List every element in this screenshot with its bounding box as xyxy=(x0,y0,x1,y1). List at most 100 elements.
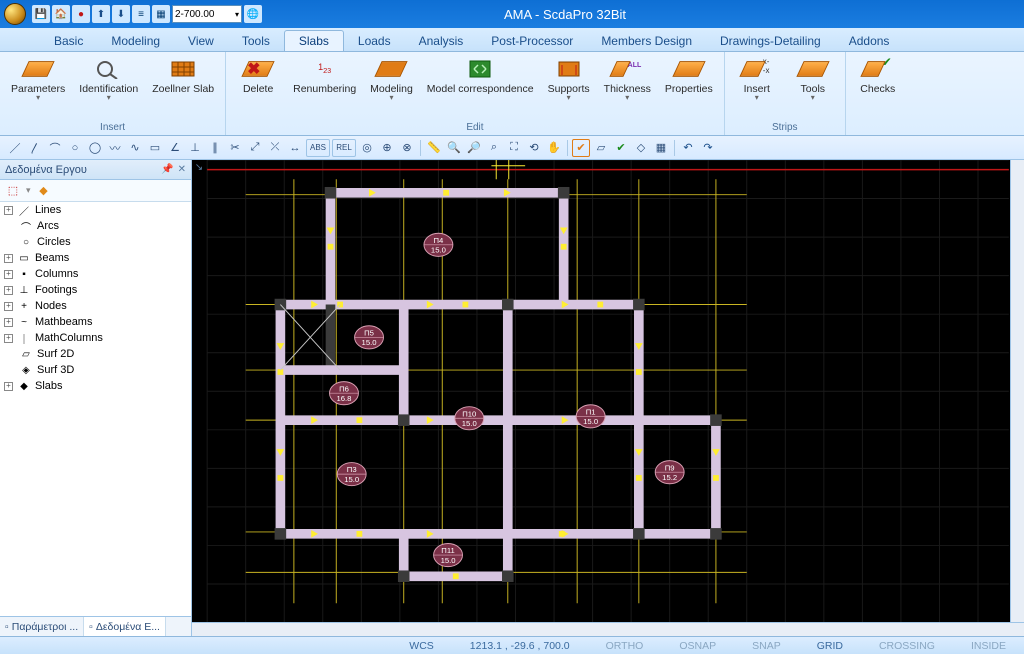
tab-basic[interactable]: Basic xyxy=(40,31,97,51)
zoom-in-icon[interactable]: 🔍 xyxy=(445,139,463,157)
status-crossing[interactable]: CROSSING xyxy=(861,640,953,652)
tree-item-surf-3d[interactable]: ◈Surf 3D xyxy=(0,362,191,378)
status-wcs[interactable]: WCS xyxy=(391,640,452,652)
qat-globe-icon[interactable]: 🌐 xyxy=(244,5,262,23)
qat-house-icon[interactable]: 🏠 xyxy=(52,5,70,23)
break-icon[interactable]: ⤫ xyxy=(266,139,284,157)
canvas-corner-icon[interactable]: ↘ xyxy=(192,160,206,174)
dim-icon[interactable]: ↔ xyxy=(286,139,304,157)
measure-icon[interactable]: 📏 xyxy=(425,139,443,157)
expand-icon[interactable]: + xyxy=(4,382,13,391)
arc-icon[interactable]: ⌒ xyxy=(46,139,64,157)
tree-item-surf-2d[interactable]: ▱Surf 2D xyxy=(0,346,191,362)
qat-save-icon[interactable]: 💾 xyxy=(32,5,50,23)
tab-view[interactable]: View xyxy=(174,31,228,51)
tab-analysis[interactable]: Analysis xyxy=(405,31,478,51)
expand-icon[interactable]: + xyxy=(4,286,13,295)
tree-item-nodes[interactable]: ++Nodes xyxy=(0,298,191,314)
pan-icon[interactable]: ✋ xyxy=(545,139,563,157)
tree-mode-icon[interactable]: ⬚ xyxy=(4,182,22,200)
qat-down-icon[interactable]: ⬇ xyxy=(112,5,130,23)
panel-tab[interactable]: ▫Δεδομένα Ε... xyxy=(84,617,166,636)
status-ortho[interactable]: ORTHO xyxy=(588,640,662,652)
expand-icon[interactable]: + xyxy=(4,206,13,215)
zoom-prev-icon[interactable]: ⟲ xyxy=(525,139,543,157)
drawing-canvas[interactable]: Π415.0Π515.0Π616.8Π1015.0Π115.0Π315.0Π91… xyxy=(192,160,1024,636)
tab-modeling[interactable]: Modeling xyxy=(97,31,174,51)
identification-button[interactable]: Identification ▾ xyxy=(74,54,143,104)
check3-icon[interactable]: ✔ xyxy=(612,139,630,157)
parameters-button[interactable]: Parameters ▾ xyxy=(6,54,70,104)
tab-post-processor[interactable]: Post-Processor xyxy=(477,31,587,51)
supports-button[interactable]: Supports ▾ xyxy=(543,54,595,104)
status-snap[interactable]: SNAP xyxy=(734,640,799,652)
qat-dot-icon[interactable]: ● xyxy=(72,5,90,23)
rel-button[interactable]: REL xyxy=(332,139,356,157)
level-combo[interactable]: 2-700.00 ▾ xyxy=(172,5,242,23)
status-osnap[interactable]: OSNAP xyxy=(661,640,734,652)
expand-icon[interactable]: + xyxy=(4,334,13,343)
expand-icon[interactable]: + xyxy=(4,270,13,279)
angle-icon[interactable]: ∠ xyxy=(166,139,184,157)
horizontal-scrollbar[interactable] xyxy=(192,622,1024,636)
abs-button[interactable]: ABS xyxy=(306,139,330,157)
tree-item-mathcolumns[interactable]: +｜MathColumns xyxy=(0,330,191,346)
status-inside[interactable]: INSIDE xyxy=(953,640,1024,652)
line-icon[interactable]: ／ xyxy=(6,139,24,157)
tab-slabs[interactable]: Slabs xyxy=(284,30,344,51)
tree-item-lines[interactable]: +／Lines xyxy=(0,202,191,218)
tree-item-slabs[interactable]: +◆Slabs xyxy=(0,378,191,394)
tab-loads[interactable]: Loads xyxy=(344,31,405,51)
target2-icon[interactable]: ⊕ xyxy=(378,139,396,157)
target3-icon[interactable]: ⊗ xyxy=(398,139,416,157)
zoom-window-icon[interactable]: ⌕ xyxy=(485,139,503,157)
check1-icon[interactable]: ✔ xyxy=(572,139,590,157)
delete-button[interactable]: ✖ Delete xyxy=(232,54,284,104)
modeling-button[interactable]: Modeling ▾ xyxy=(365,54,418,104)
tree-item-circles[interactable]: ○Circles xyxy=(0,234,191,250)
zoom-extents-icon[interactable]: ⛶ xyxy=(505,139,523,157)
rect-icon[interactable]: ▭ xyxy=(146,139,164,157)
vertical-scrollbar[interactable] xyxy=(1010,160,1024,622)
filter-icon[interactable]: ◆ xyxy=(35,182,53,200)
curve2-icon[interactable]: ∿ xyxy=(126,139,144,157)
qat-grid-icon[interactable]: ▦ xyxy=(152,5,170,23)
qat-levels-icon[interactable]: ≡ xyxy=(132,5,150,23)
panel-tab[interactable]: ▫Παράμετροι ... xyxy=(0,617,84,636)
tab-addons[interactable]: Addons xyxy=(835,31,904,51)
zoellner-slab-button[interactable]: Zoellner Slab xyxy=(147,54,219,104)
strip-tools-button[interactable]: Tools ▾ xyxy=(787,54,839,104)
check2-icon[interactable]: ▱ xyxy=(592,139,610,157)
trim-icon[interactable]: ✂ xyxy=(226,139,244,157)
tree-item-footings[interactable]: +⊥Footings xyxy=(0,282,191,298)
app-orb-button[interactable] xyxy=(4,3,26,25)
properties-button[interactable]: Properties xyxy=(660,54,718,104)
tab-members-design[interactable]: Members Design xyxy=(587,31,706,51)
tree-item-mathbeams[interactable]: +~Mathbeams xyxy=(0,314,191,330)
zoom-out-icon[interactable]: 🔎 xyxy=(465,139,483,157)
project-tree[interactable]: +／Lines⌒Arcs○Circles+▭Beams+▪Columns+⊥Fo… xyxy=(0,202,191,616)
expand-icon[interactable]: + xyxy=(4,254,13,263)
extend-icon[interactable]: ⤢ xyxy=(246,139,264,157)
redo-icon[interactable]: ↷ xyxy=(699,139,717,157)
thickness-button[interactable]: ALL Thickness ▾ xyxy=(599,54,656,104)
parallel-icon[interactable]: ∥ xyxy=(206,139,224,157)
curve1-icon[interactable]: 〰 xyxy=(106,139,124,157)
target1-icon[interactable]: ◎ xyxy=(358,139,376,157)
expand-icon[interactable]: + xyxy=(4,318,13,327)
tree-item-arcs[interactable]: ⌒Arcs xyxy=(0,218,191,234)
check4-icon[interactable]: ◇ xyxy=(632,139,650,157)
circle-icon[interactable]: ○ xyxy=(66,139,84,157)
qat-up-icon[interactable]: ⬆ xyxy=(92,5,110,23)
tree-item-beams[interactable]: +▭Beams xyxy=(0,250,191,266)
pin-icon[interactable]: 📌 xyxy=(161,164,173,175)
perp-icon[interactable]: ⊥ xyxy=(186,139,204,157)
status-grid[interactable]: GRID xyxy=(799,640,861,652)
tree-item-columns[interactable]: +▪Columns xyxy=(0,266,191,282)
ellipse-icon[interactable]: ◯ xyxy=(86,139,104,157)
undo-icon[interactable]: ↶ xyxy=(679,139,697,157)
polyline-icon[interactable]: 〳 xyxy=(26,139,44,157)
renumbering-button[interactable]: 123 Renumbering xyxy=(288,54,361,104)
strip-insert-button[interactable]: x--x Insert ▾ xyxy=(731,54,783,104)
close-icon[interactable]: ✕ xyxy=(178,164,186,175)
